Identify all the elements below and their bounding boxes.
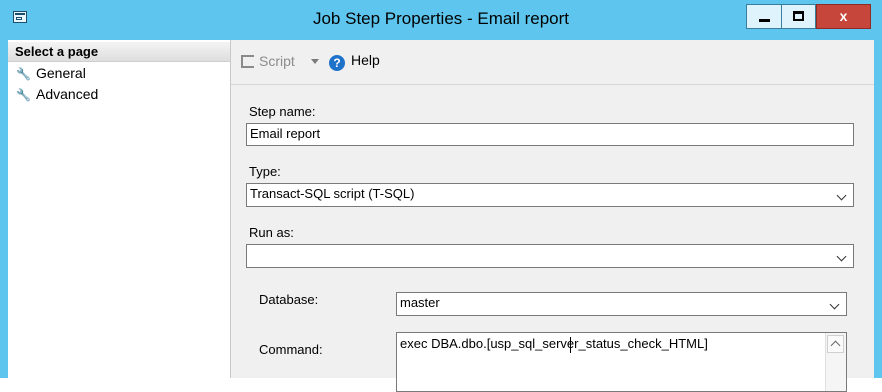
chevron-down-icon — [829, 299, 840, 310]
close-icon: x — [839, 8, 848, 24]
wrench-icon: 🔧 — [16, 67, 31, 81]
select-page-header: Select a page — [8, 42, 230, 62]
script-label: Script — [259, 53, 295, 69]
close-button[interactable]: x — [816, 4, 871, 29]
command-label: Command: — [259, 342, 323, 357]
command-text: exec DBA.dbo.[usp_sql_server_status_chec… — [400, 336, 708, 351]
script-dropdown-arrow-icon[interactable] — [311, 59, 319, 64]
database-label: Database: — [259, 292, 319, 307]
type-value: Transact-SQL script (T-SQL) — [250, 186, 415, 201]
title-bar[interactable]: Job Step Properties - Email report x — [0, 0, 882, 40]
database-value: master — [400, 295, 440, 310]
wrench-icon: 🔧 — [16, 88, 31, 102]
step-name-value: Email report — [250, 126, 321, 141]
maximize-icon — [793, 11, 804, 21]
type-label: Type: — [249, 164, 281, 179]
step-name-label: Step name: — [249, 104, 316, 119]
step-name-input[interactable]: Email report — [246, 123, 854, 146]
type-select[interactable]: Transact-SQL script (T-SQL) — [246, 183, 854, 207]
page-content-pane: Script ? Help Step name: Email report Typ… — [231, 40, 874, 392]
maximize-button[interactable] — [782, 4, 816, 29]
command-scrollbar[interactable] — [825, 333, 846, 391]
help-button[interactable]: ? Help — [329, 52, 380, 71]
script-button[interactable]: Script — [241, 53, 295, 69]
help-label: Help — [351, 52, 380, 68]
toolbar: Script ? Help — [231, 40, 874, 85]
dialog-window: Job Step Properties - Email report x Sel… — [0, 0, 882, 392]
run-as-label: Run as: — [249, 225, 294, 240]
script-icon — [241, 55, 254, 68]
database-select[interactable]: master — [396, 292, 847, 316]
dialog-client-area: Select a page 🔧 General 🔧 Advanced Script … — [8, 40, 874, 392]
chevron-down-icon — [836, 190, 847, 201]
run-as-select[interactable] — [246, 244, 854, 268]
page-selector-pane: Select a page 🔧 General 🔧 Advanced — [8, 40, 231, 378]
page-item-advanced[interactable]: 🔧 Advanced — [16, 85, 98, 103]
minimize-icon — [759, 19, 770, 22]
command-textarea[interactable]: exec DBA.dbo.[usp_sql_server_status_chec… — [396, 332, 847, 392]
page-item-label: Advanced — [36, 86, 99, 102]
text-caret — [570, 337, 571, 353]
page-item-label: General — [36, 65, 86, 81]
page-item-general[interactable]: 🔧 General — [16, 64, 86, 82]
help-icon: ? — [329, 55, 345, 71]
chevron-down-icon — [836, 251, 847, 262]
minimize-button[interactable] — [746, 4, 782, 29]
